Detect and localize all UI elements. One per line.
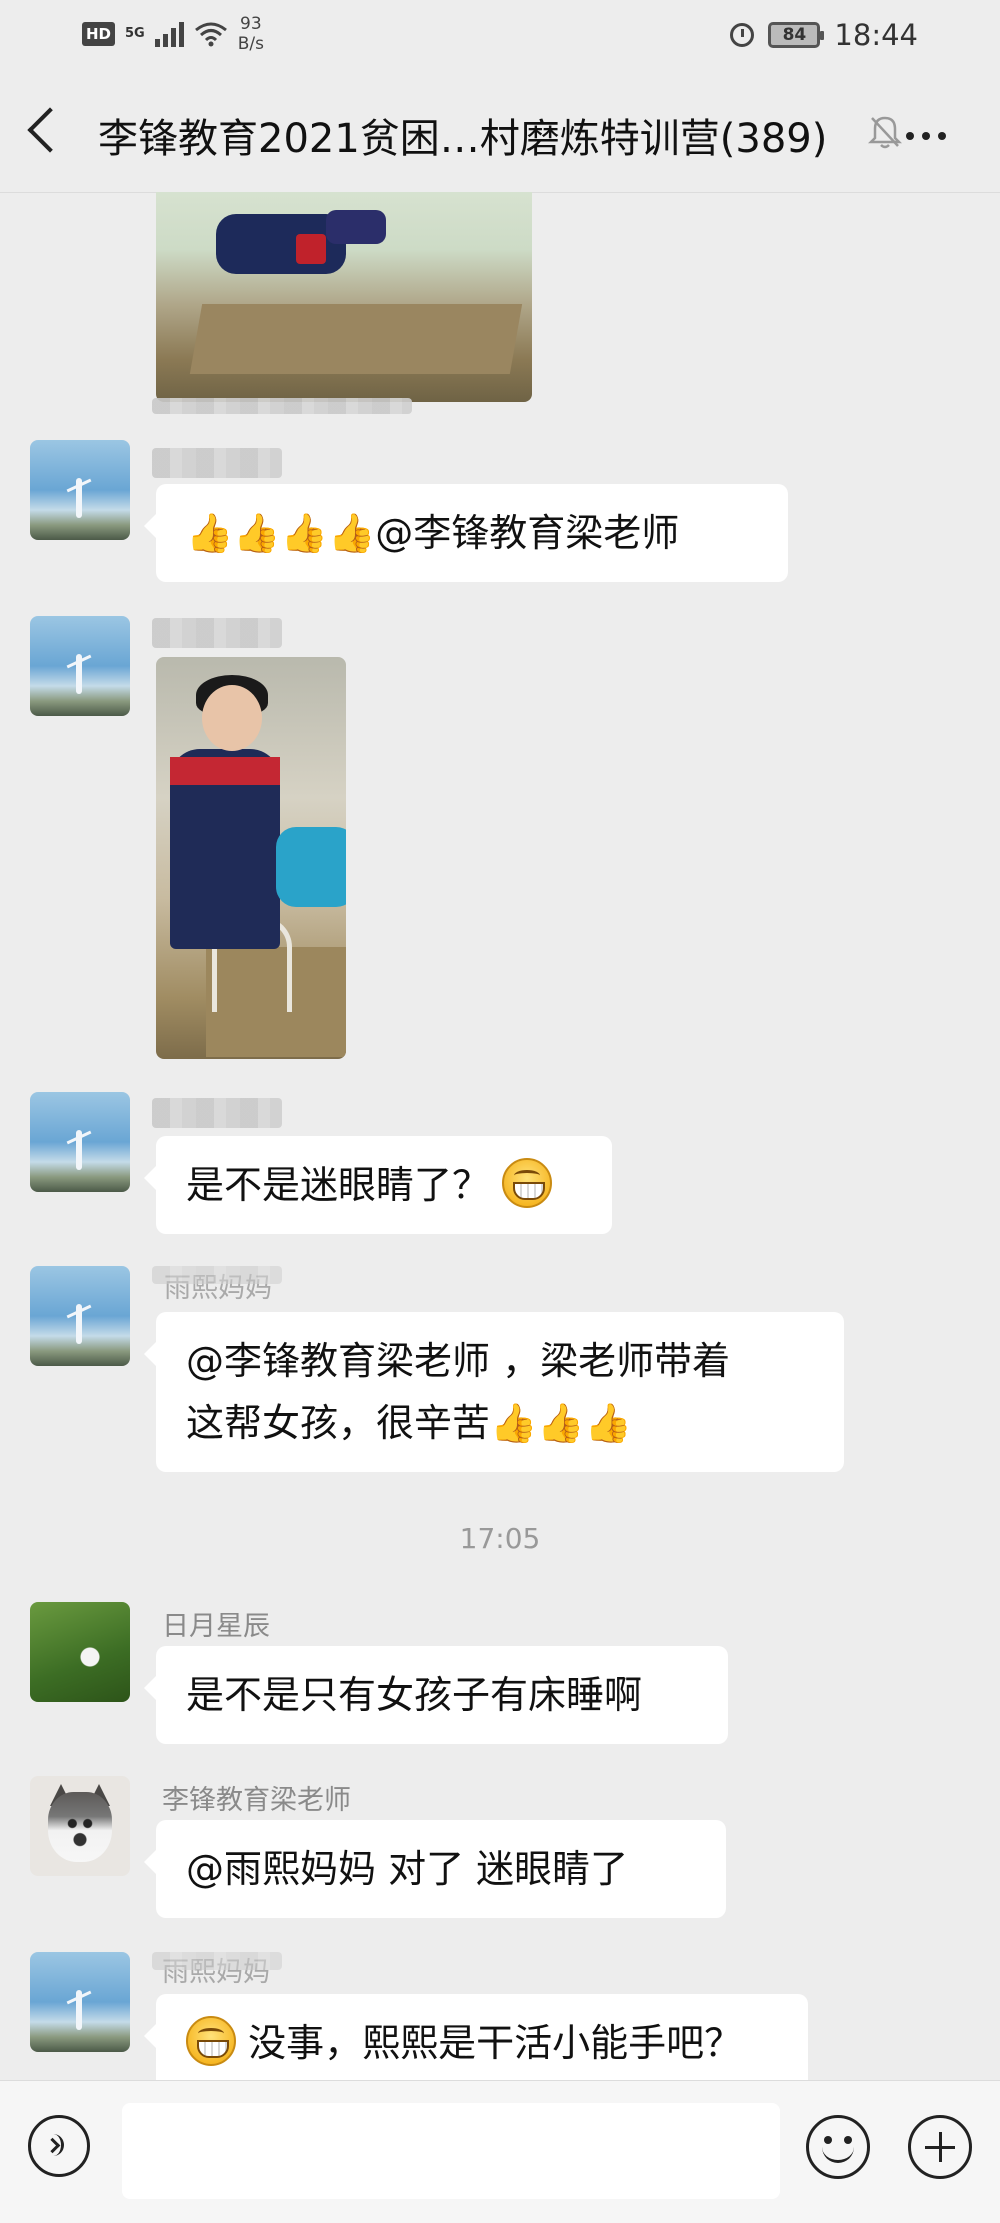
chat-header: 李锋教育2021贫困…村磨炼特训营(389) <box>0 70 1000 193</box>
back-icon[interactable] <box>27 107 73 153</box>
sender-name: 日月星辰 <box>162 1611 270 1642</box>
avatar[interactable] <box>30 1092 130 1192</box>
redacted-sender <box>152 1098 282 1128</box>
avatar[interactable] <box>30 1952 130 2052</box>
redacted-area <box>152 1952 282 1970</box>
avatar[interactable] <box>30 1602 130 1702</box>
chat-image-girls-making-beds[interactable] <box>156 192 532 402</box>
more-icon[interactable] <box>906 132 946 140</box>
network-type: 5G <box>125 26 145 41</box>
avatar[interactable] <box>30 1776 130 1876</box>
message-bubble[interactable]: 是不是迷眼睛了？ <box>144 1136 612 1234</box>
chat-image-girl-wiping-eyes[interactable] <box>156 657 346 1059</box>
grin-emoji-icon <box>186 2016 236 2066</box>
message-bubble[interactable]: @雨熙妈妈 对了 迷眼睛了 <box>144 1820 726 1918</box>
redacted-area <box>152 1266 282 1284</box>
battery-icon: 84 <box>768 22 825 48</box>
message-text: 是不是只有女孩子有床睡啊 <box>186 1673 643 1717</box>
message-text: 是不是迷眼睛了？ <box>186 1163 491 1207</box>
redacted-area <box>152 398 412 414</box>
redacted-sender <box>152 448 282 478</box>
avatar[interactable] <box>30 1266 130 1366</box>
signal-icon <box>154 21 184 47</box>
speed-value: 93 <box>240 14 262 34</box>
message-input[interactable] <box>122 2103 780 2199</box>
speed-unit: B/s <box>237 34 264 54</box>
message-bubble[interactable]: 👍👍👍👍@李锋教育梁老师 <box>144 484 788 582</box>
message-text: 没事，熙熙是干活小能手吧？ <box>248 2021 743 2065</box>
message-text-line1: @李锋教育梁老师 ，梁老师带着 <box>186 1339 731 1383</box>
hd-badge: HD <box>82 22 116 46</box>
status-time: 18:44 <box>834 18 918 52</box>
emoji-icon[interactable] <box>806 2115 870 2179</box>
message-bubble[interactable]: 没事，熙熙是干活小能手吧？ <box>144 1994 808 2080</box>
timestamp: 17:05 <box>459 1522 541 1555</box>
status-bar: HD 5G 93 B/s 84 18:44 <box>0 0 1000 70</box>
bell-mute-icon <box>868 116 902 149</box>
plus-icon[interactable] <box>908 2115 972 2179</box>
grin-emoji-icon <box>502 1158 553 1208</box>
status-right: 84 18:44 <box>730 18 918 52</box>
input-bar <box>0 2080 1000 2223</box>
network-speed: 93 B/s <box>238 14 264 54</box>
wifi-icon <box>194 22 227 47</box>
chat-title: 李锋教育2021贫困…村磨炼特训营(389) <box>98 116 828 162</box>
sender-name: 李锋教育梁老师 <box>162 1785 351 1816</box>
redacted-sender <box>152 618 282 648</box>
message-text: 👍👍👍👍@李锋教育梁老师 <box>186 511 680 555</box>
message-text-line2: 这帮女孩，很辛苦👍👍👍 <box>186 1401 632 1445</box>
status-left: HD 5G 93 B/s <box>82 14 264 54</box>
alarm-icon <box>730 23 755 47</box>
message-bubble[interactable]: 是不是只有女孩子有床睡啊 <box>144 1646 728 1744</box>
avatar[interactable] <box>30 616 130 716</box>
voice-icon[interactable] <box>28 2115 90 2177</box>
avatar[interactable] <box>30 440 130 540</box>
message-bubble[interactable]: @李锋教育梁老师 ，梁老师带着 这帮女孩，很辛苦👍👍👍 <box>144 1312 844 1472</box>
chat-area[interactable]: 👍👍👍👍@李锋教育梁老师 是不是迷眼睛了？ 雨熙妈妈 @李锋教育梁老师 ，梁老师… <box>0 192 1000 2080</box>
message-text: @雨熙妈妈 对了 迷眼睛了 <box>186 1847 629 1891</box>
